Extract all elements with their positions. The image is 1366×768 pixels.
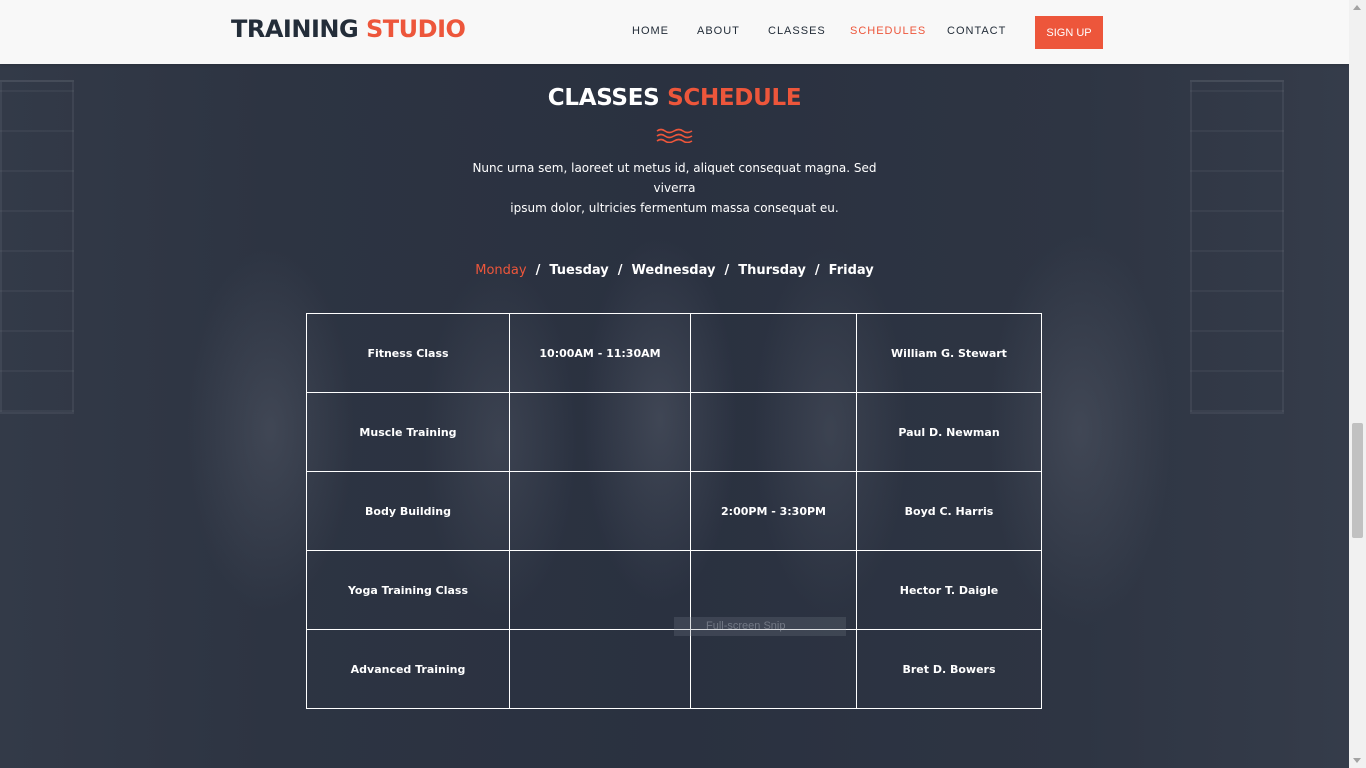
class-time: [509, 471, 691, 551]
background-window: [1190, 80, 1284, 414]
class-time: 2:00PM - 3:30PM: [690, 471, 857, 551]
nav-classes[interactable]: CLASSES: [768, 25, 826, 37]
table-row: Muscle Training Paul D. Newman: [306, 392, 1042, 472]
site-header: TRAINING STUDIO HOME ABOUT CLASSES SCHED…: [0, 0, 1349, 64]
table-row: Body Building 2:00PM - 3:30PM Boyd C. Ha…: [306, 471, 1042, 551]
scroll-up-arrow-icon[interactable]: [1353, 5, 1361, 10]
logo-accent: STUDIO: [366, 15, 466, 43]
tab-separator: /: [617, 263, 623, 278]
section-intro: Nunc urna sem, laoreet ut metus id, aliq…: [450, 158, 899, 218]
table-row: Advanced Training Bret D. Bowers: [306, 629, 1042, 709]
trainer-name: William G. Stewart: [856, 313, 1042, 393]
trainer-name: Paul D. Newman: [856, 392, 1042, 472]
tab-separator: /: [814, 263, 820, 278]
tab-friday[interactable]: Friday: [829, 263, 874, 278]
scroll-down-arrow-icon[interactable]: [1353, 758, 1361, 763]
class-time: [509, 550, 691, 630]
scroll-thumb[interactable]: [1352, 423, 1363, 538]
logo-main: TRAINING: [231, 15, 359, 43]
section-title: CLASSES SCHEDULE: [0, 85, 1349, 111]
trainer-name: Bret D. Bowers: [856, 629, 1042, 709]
title-accent: SCHEDULE: [667, 85, 802, 111]
class-name: Yoga Training Class: [306, 550, 510, 630]
fullscreen-snip-label: Full-screen Snip: [674, 617, 846, 636]
tab-thursday[interactable]: Thursday: [738, 263, 806, 278]
schedule-table: Fitness Class 10:00AM - 11:30AM William …: [306, 313, 1042, 709]
tab-monday[interactable]: Monday: [475, 263, 526, 278]
tab-tuesday[interactable]: Tuesday: [549, 263, 608, 278]
day-tabs: Monday / Tuesday / Wednesday / Thursday / Friday: [0, 263, 1349, 278]
trainer-name: Hector T. Daigle: [856, 550, 1042, 630]
nav-contact[interactable]: CONTACT: [947, 25, 1006, 37]
background-window: [0, 80, 74, 414]
class-time: [690, 392, 857, 472]
waves-icon: [656, 128, 693, 143]
tab-separator: /: [535, 263, 541, 278]
nav-schedules[interactable]: SCHEDULES: [850, 25, 926, 37]
sign-up-button[interactable]: SIGN UP: [1035, 16, 1103, 49]
title-main: CLASSES: [547, 85, 660, 111]
class-time: 10:00AM - 11:30AM: [509, 313, 691, 393]
class-time: [509, 392, 691, 472]
class-name: Muscle Training: [306, 392, 510, 472]
table-row: Fitness Class 10:00AM - 11:30AM William …: [306, 313, 1042, 393]
class-name: Body Building: [306, 471, 510, 551]
scrollbar[interactable]: [1349, 0, 1366, 768]
class-time: [509, 629, 691, 709]
nav-about[interactable]: ABOUT: [697, 25, 740, 37]
class-time: [690, 313, 857, 393]
class-name: Fitness Class: [306, 313, 510, 393]
tab-separator: /: [724, 263, 730, 278]
tab-wednesday[interactable]: Wednesday: [632, 263, 716, 278]
class-time: [690, 629, 857, 709]
trainer-name: Boyd C. Harris: [856, 471, 1042, 551]
logo[interactable]: TRAINING STUDIO: [231, 15, 466, 43]
intro-line: ipsum dolor, ultricies fermentum massa c…: [510, 201, 839, 215]
nav-home[interactable]: HOME: [632, 25, 669, 37]
class-name: Advanced Training: [306, 629, 510, 709]
intro-line: Nunc urna sem, laoreet ut metus id, aliq…: [472, 161, 877, 195]
